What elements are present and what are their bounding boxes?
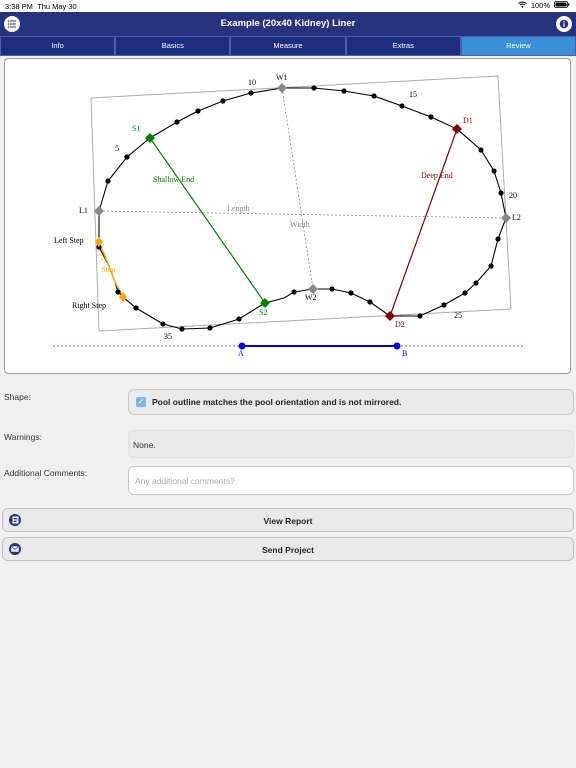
label-15: 15 (409, 90, 417, 99)
w1-point[interactable] (277, 83, 287, 93)
label-10: 10 (248, 78, 256, 87)
pool-diagram-canvas (53, 75, 524, 350)
s2-point[interactable] (260, 298, 270, 308)
label-step: Step (101, 265, 116, 274)
status-bar: 3:38 PM Thu May 30 100% (0, 0, 576, 12)
send-project-button[interactable]: Send Project (2, 537, 574, 561)
length-line (98, 210, 507, 219)
comments-label: Additional Comments: (4, 468, 88, 478)
label-deep-end: Deep End (421, 171, 453, 180)
width-line (281, 87, 314, 290)
tab-measure[interactable]: Measure (230, 36, 346, 56)
pool-diagram[interactable]: 10 W1 15 D1 S1 5 Shallow End Deep End 20… (4, 58, 571, 374)
shape-text: Pool outline matches the pool orientatio… (152, 397, 402, 407)
label-25: 25 (454, 311, 462, 320)
tab-bar: Info Basics Measure Extras Review (0, 36, 576, 56)
navigation-bar: Example (20x40 Kidney) Liner (0, 12, 576, 36)
warnings-label: Warnings: (4, 432, 42, 442)
label-right-step: Right Step (72, 301, 107, 310)
warnings-panel: None. (128, 430, 574, 458)
label-s2: S2 (259, 308, 268, 317)
battery-icon (554, 1, 570, 10)
warnings-text: None. (133, 440, 156, 450)
d2-point[interactable] (385, 311, 395, 321)
tab-basics[interactable]: Basics (115, 36, 231, 56)
label-shallow-end: Shallow End (153, 175, 195, 184)
tab-extras[interactable]: Extras (345, 36, 461, 56)
send-project-label: Send Project (262, 545, 314, 555)
label-d2: D2 (395, 320, 405, 329)
b-point[interactable] (393, 342, 401, 350)
label-a: A (238, 349, 244, 358)
label-left-step: Left Step (54, 236, 84, 245)
label-w1: W1 (276, 73, 288, 82)
shape-label: Shape: (4, 392, 31, 402)
label-b: B (402, 349, 408, 358)
label-width: Width (290, 220, 310, 229)
view-report-button[interactable]: View Report (2, 508, 574, 532)
label-l1: L1 (79, 206, 88, 215)
checkbox-checked-icon[interactable]: ✓ (136, 397, 146, 407)
label-w2: W2 (305, 293, 317, 302)
info-button[interactable] (556, 16, 572, 32)
status-right: 100% (518, 1, 570, 10)
tab-review[interactable]: Review (460, 36, 576, 56)
label-length: Length (227, 204, 250, 213)
label-l2: L2 (512, 213, 521, 222)
view-report-label: View Report (263, 516, 313, 526)
label-20: 20 (509, 191, 517, 200)
comments-field[interactable] (128, 466, 574, 495)
label-5: 5 (115, 144, 119, 153)
shallow-end-line (149, 137, 266, 304)
label-35: 35 (164, 332, 172, 341)
comments-input[interactable] (133, 470, 567, 492)
deep-end-line (389, 128, 458, 317)
info-icon (559, 19, 569, 29)
wifi-icon (518, 1, 527, 10)
status-time: 3:38 PM Thu May 30 (5, 2, 77, 11)
battery-percent: 100% (530, 1, 550, 10)
pool-outline (98, 87, 507, 330)
label-s1: S1 (132, 124, 141, 133)
page-title: Example (20x40 Kidney) Liner (220, 18, 356, 29)
pool-bounding-box (90, 75, 512, 332)
shape-panel[interactable]: ✓ Pool outline matches the pool orientat… (128, 389, 574, 415)
tab-info[interactable]: Info (0, 36, 116, 56)
label-d1: D1 (463, 116, 473, 125)
l2-point[interactable] (501, 213, 511, 223)
